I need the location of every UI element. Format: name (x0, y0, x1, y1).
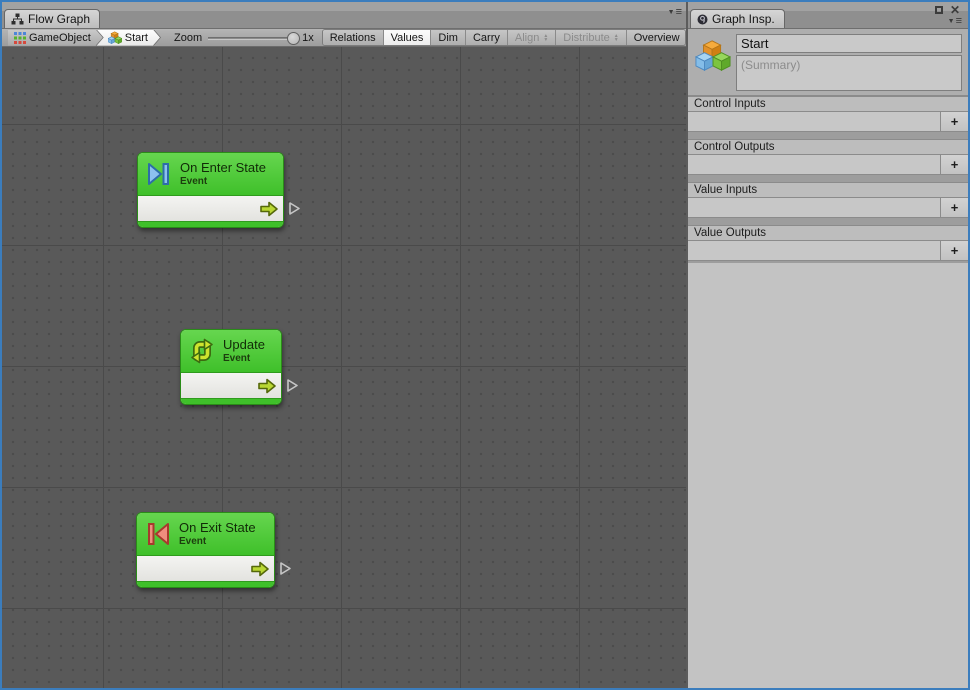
align-button[interactable]: Align ▲▼ (507, 30, 555, 45)
distribute-button[interactable]: Distribute ▲▼ (555, 30, 625, 45)
node-title: On Exit State (179, 521, 256, 536)
overview-button[interactable]: Overview (626, 30, 686, 45)
graph-title-input[interactable] (736, 34, 962, 53)
dropdown-arrows-icon: ▲▼ (614, 34, 619, 42)
zoom-label: Zoom (174, 32, 202, 44)
section-header: Value Inputs (688, 182, 968, 198)
graph-cubes-icon (108, 31, 122, 44)
node-header: On Exit State Event (137, 513, 274, 556)
control-output-arrow-icon[interactable] (259, 201, 279, 217)
section-empty-list: + (688, 112, 968, 132)
node-subtitle: Event (179, 536, 256, 548)
dropdown-arrows-icon: ▲▼ (543, 34, 548, 42)
carry-button[interactable]: Carry (465, 30, 507, 45)
node-on-exit-state[interactable]: On Exit State Event (136, 512, 275, 588)
pane-menu-icon[interactable]: ▼≡ (948, 17, 962, 26)
breadcrumb-start-label: Start (125, 32, 148, 44)
tab-graph-inspector[interactable]: Graph Insp. (690, 9, 785, 28)
flow-graph-canvas[interactable]: On Enter State Event (2, 47, 686, 688)
values-button[interactable]: Values (383, 30, 431, 45)
tab-graph-inspector-label: Graph Insp. (712, 12, 775, 26)
section-header: Control Outputs (688, 139, 968, 155)
section-control-outputs: Control Outputs + (688, 139, 968, 175)
zoom-slider[interactable] (208, 37, 294, 40)
node-footer (138, 221, 283, 227)
relations-button[interactable]: Relations (323, 30, 383, 45)
pane-menu-icon[interactable]: ▼≡ (668, 8, 682, 17)
node-subtitle: Event (180, 176, 266, 188)
node-header: On Enter State Event (138, 153, 283, 196)
graph-inspector-panel: Control Inputs + Control Outputs + Value… (688, 29, 968, 688)
node-footer (137, 581, 274, 587)
zoom-slider-handle[interactable] (287, 32, 300, 45)
close-icon[interactable]: ✕ (950, 5, 960, 15)
graph-cubes-icon (695, 37, 731, 75)
node-port-row (181, 373, 281, 398)
control-output-port[interactable] (279, 561, 292, 581)
section-header: Control Inputs (688, 96, 968, 112)
section-control-inputs: Control Inputs + (688, 96, 968, 132)
loop-icon (187, 336, 217, 366)
port-sections: Control Inputs + Control Outputs + Value… (688, 96, 968, 263)
step-forward-icon (144, 159, 174, 189)
flow-graph-tabstrip: Flow Graph ▼≡ (2, 2, 686, 29)
control-output-port[interactable] (286, 378, 299, 398)
hierarchy-icon (11, 13, 24, 25)
section-header: Value Outputs (688, 225, 968, 241)
section-empty-list: + (688, 155, 968, 175)
control-output-arrow-icon[interactable] (257, 378, 277, 394)
inspector-tabstrip: Graph Insp. ✕ ▼≡ (688, 2, 968, 29)
zoom-value: 1x (302, 32, 314, 44)
graph-summary-input[interactable] (736, 55, 962, 91)
add-control-input-button[interactable]: + (940, 112, 968, 131)
node-title: On Enter State (180, 161, 266, 176)
breadcrumb-start[interactable]: Start (97, 30, 160, 46)
section-value-inputs: Value Inputs + (688, 182, 968, 218)
dim-button[interactable]: Dim (430, 30, 465, 45)
tab-flow-graph-label: Flow Graph (28, 12, 90, 26)
inspector-header (688, 29, 968, 96)
machine-grid-icon (14, 32, 26, 44)
tab-flow-graph[interactable]: Flow Graph (4, 9, 100, 28)
node-port-row (138, 196, 283, 221)
add-value-input-button[interactable]: + (940, 198, 968, 217)
add-control-output-button[interactable]: + (940, 155, 968, 174)
section-empty-list: + (688, 241, 968, 261)
node-footer (181, 398, 281, 404)
breadcrumb-gameobject[interactable]: GameObject (8, 30, 103, 46)
control-output-arrow-icon[interactable] (250, 561, 270, 577)
breadcrumb-gameobject-label: GameObject (29, 32, 91, 44)
section-empty-list: + (688, 198, 968, 218)
info-circle-icon (697, 14, 708, 25)
node-port-row (137, 556, 274, 581)
toolbar-button-group: Relations Values Dim Carry Align ▲▼ Dist… (322, 29, 686, 46)
maximize-icon[interactable] (935, 6, 943, 14)
node-update[interactable]: Update Event (180, 329, 282, 405)
control-output-port[interactable] (288, 201, 301, 221)
node-header: Update Event (181, 330, 281, 373)
node-title: Update (223, 338, 265, 353)
add-value-output-button[interactable]: + (940, 241, 968, 260)
section-value-outputs: Value Outputs + (688, 225, 968, 261)
node-on-enter-state[interactable]: On Enter State Event (137, 152, 284, 228)
graph-toolbar: GameObject Start Zoom (2, 29, 686, 47)
step-back-icon (143, 519, 173, 549)
node-subtitle: Event (223, 353, 265, 365)
